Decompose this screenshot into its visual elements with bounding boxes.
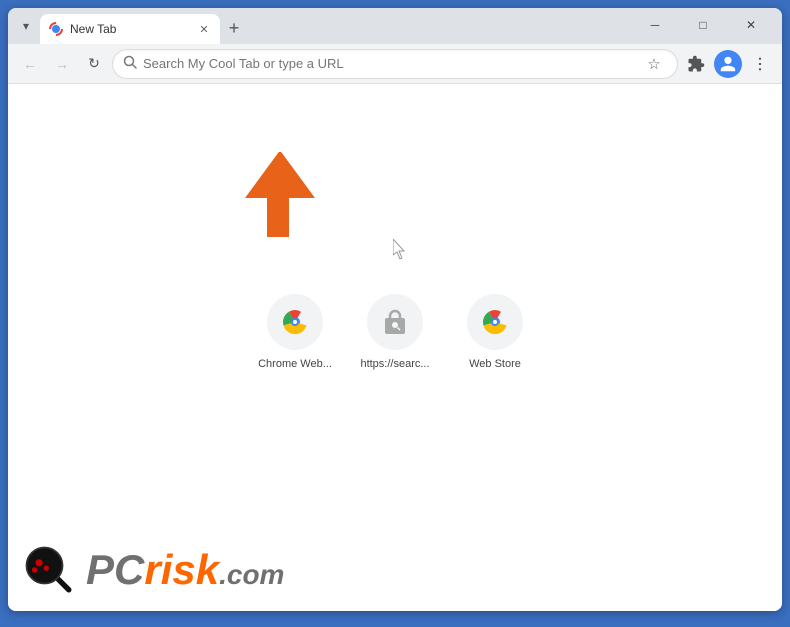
title-bar: ▾ New Tab ✕ + ─ <box>8 8 782 44</box>
maximize-button[interactable]: □ <box>680 10 726 40</box>
forward-button[interactable]: → <box>48 50 76 78</box>
tab-favicon <box>48 21 64 37</box>
browser-window: ▾ New Tab ✕ + ─ <box>8 8 782 611</box>
shortcuts-area: Chrome Web... https://searc... <box>255 294 535 370</box>
active-tab[interactable]: New Tab ✕ <box>40 14 220 44</box>
shortcut-web-store-label: Web Store <box>469 358 521 370</box>
watermark: PCrisk.com <box>22 543 284 597</box>
reload-button[interactable]: ↻ <box>80 50 108 78</box>
mouse-cursor <box>393 239 411 259</box>
shortcut-chrome-web-icon <box>267 294 323 350</box>
main-content: Chrome Web... https://searc... <box>8 84 782 611</box>
logo-risk-text: risk <box>144 549 219 591</box>
profile-button[interactable] <box>714 50 742 78</box>
shortcut-chrome-web[interactable]: Chrome Web... <box>255 294 335 370</box>
tab-list-button[interactable]: ▾ <box>12 12 40 40</box>
menu-button[interactable] <box>746 50 774 78</box>
logo-dot-com-text: .com <box>219 561 284 589</box>
minimize-button[interactable]: ─ <box>632 10 678 40</box>
address-bar[interactable]: ☆ <box>112 49 678 79</box>
extensions-button[interactable] <box>682 50 710 78</box>
logo-pc-text: PC <box>86 549 144 591</box>
search-icon <box>123 55 137 72</box>
bookmark-button[interactable]: ☆ <box>641 51 667 77</box>
tab-title: New Tab <box>70 22 190 36</box>
close-button[interactable]: ✕ <box>728 10 774 40</box>
shortcut-search-icon <box>367 294 423 350</box>
shortcut-chrome-web-label: Chrome Web... <box>258 358 332 370</box>
window-controls: ─ □ ✕ <box>632 10 778 44</box>
back-button[interactable]: ← <box>16 50 44 78</box>
shortcut-search-label: https://searc... <box>360 358 429 370</box>
logo-text-group: PCrisk.com <box>86 549 284 591</box>
arrow-annotation <box>238 152 323 242</box>
shortcut-search[interactable]: https://searc... <box>355 294 435 370</box>
address-input[interactable] <box>143 56 635 71</box>
tab-area: ▾ New Tab ✕ + <box>12 12 632 44</box>
new-tab-button[interactable]: + <box>220 14 248 42</box>
tab-close-button[interactable]: ✕ <box>196 21 212 37</box>
shortcut-web-store[interactable]: Web Store <box>455 294 535 370</box>
shortcut-web-store-icon <box>467 294 523 350</box>
nav-bar: ← → ↻ ☆ <box>8 44 782 84</box>
